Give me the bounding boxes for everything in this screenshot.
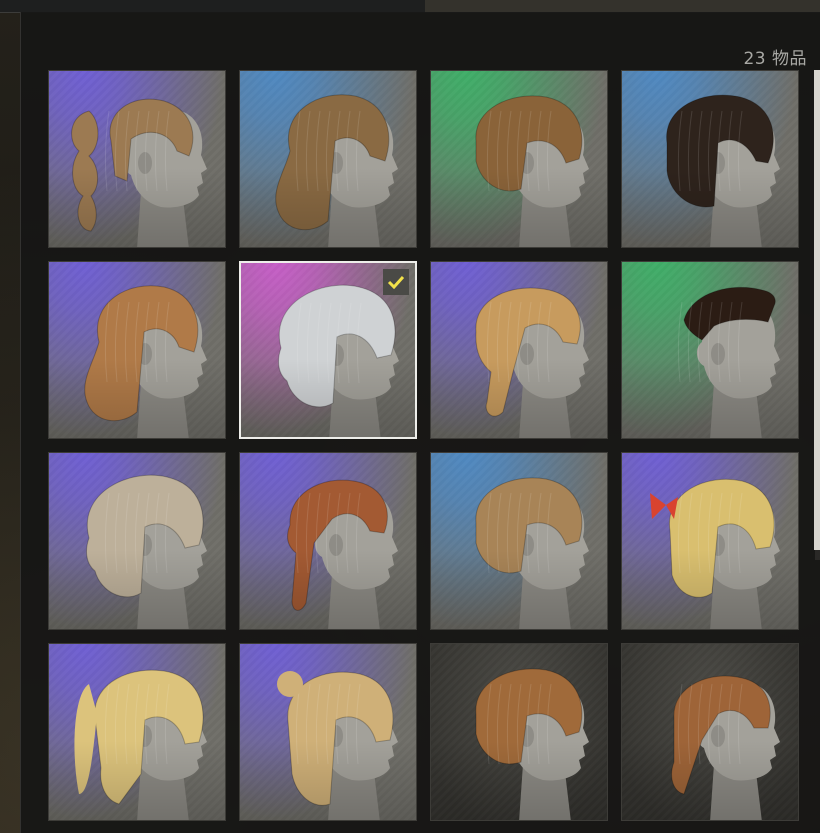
hair-item-tile[interactable]: [621, 70, 799, 248]
tile-shade: [49, 549, 225, 629]
tile-shade: [431, 740, 607, 820]
hair-bun-shape: [277, 671, 303, 697]
tile-shade: [431, 167, 607, 247]
hair-bow-shape: [650, 493, 678, 519]
hair-item-tile[interactable]: [239, 643, 417, 821]
tile-shade: [49, 740, 225, 820]
tile-shade: [240, 740, 416, 820]
tile-shade: [622, 740, 798, 820]
hair-item-tile[interactable]: [430, 70, 608, 248]
hair-item-tile[interactable]: [48, 643, 226, 821]
tile-shade: [49, 358, 225, 438]
tile-shade: [622, 358, 798, 438]
hair-item-tile[interactable]: [621, 452, 799, 630]
tile-shade: [49, 167, 225, 247]
hair-item-tile[interactable]: [48, 261, 226, 439]
hair-item-tile[interactable]: [621, 643, 799, 821]
tile-shade: [431, 358, 607, 438]
tile-shade: [431, 549, 607, 629]
scrollbar-thumb[interactable]: [814, 70, 820, 550]
tile-shade: [241, 358, 415, 437]
hair-item-tile[interactable]: [239, 70, 417, 248]
hair-item-tile[interactable]: [430, 643, 608, 821]
hair-item-tile[interactable]: [239, 261, 417, 439]
hair-item-tile[interactable]: [239, 452, 417, 630]
checkmark-icon: [383, 269, 409, 295]
tile-shade: [240, 167, 416, 247]
hair-item-tile[interactable]: [430, 452, 608, 630]
tile-shade: [622, 549, 798, 629]
tile-shade: [622, 167, 798, 247]
hair-item-tile[interactable]: [430, 261, 608, 439]
item-count-label: 23 物品: [743, 49, 807, 69]
hair-item-tile[interactable]: [48, 452, 226, 630]
hair-item-tile[interactable]: [621, 261, 799, 439]
tile-shade: [240, 549, 416, 629]
hair-item-tile[interactable]: [48, 70, 226, 248]
